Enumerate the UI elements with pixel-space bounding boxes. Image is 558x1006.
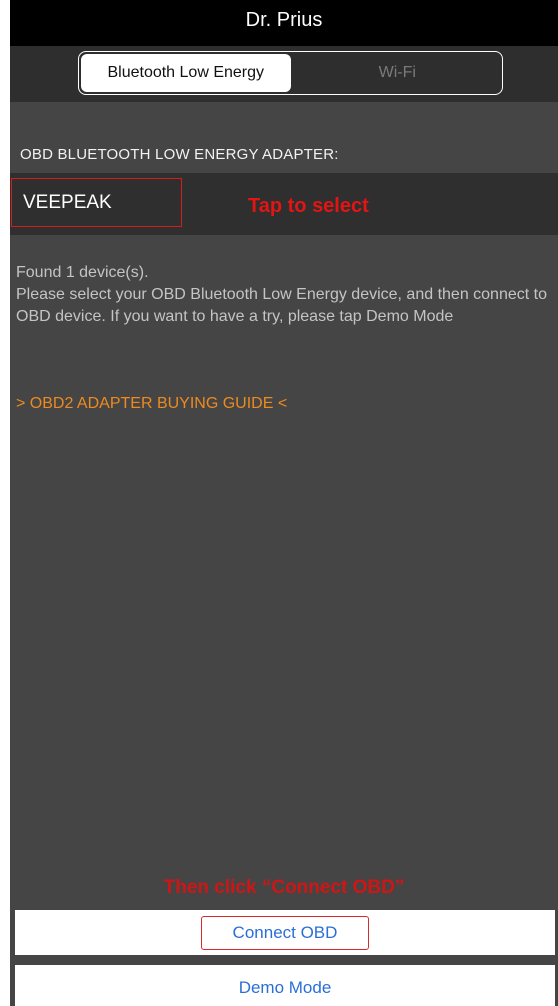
segment-bluetooth-low-energy[interactable]: Bluetooth Low Energy xyxy=(81,54,291,92)
found-devices-text: Found 1 device(s). xyxy=(16,264,149,281)
segment-wifi[interactable]: Wi-Fi xyxy=(293,52,503,94)
connect-obd-annotation: Then click “Connect OBD” xyxy=(163,877,405,898)
app-screen: Dr. Prius Bluetooth Low Energy Wi-Fi OBD… xyxy=(10,0,558,1006)
connect-obd-button[interactable]: Connect OBD xyxy=(201,915,369,950)
tap-to-select-annotation: Tap to select xyxy=(248,195,369,217)
buying-guide-link[interactable]: > OBD2 ADAPTER BUYING GUIDE < xyxy=(16,395,287,413)
device-info: Found 1 device(s). Please select your OB… xyxy=(16,262,558,328)
selected-device-name: VEEPEAK xyxy=(23,191,112,213)
demo-mode-row: Demo Mode xyxy=(15,965,555,1006)
adapter-device-select[interactable]: VEEPEAK xyxy=(11,178,182,227)
title-bar: Dr. Prius xyxy=(10,0,558,46)
adapter-row: VEEPEAK Tap to select xyxy=(10,173,558,235)
connect-obd-row: Connect OBD xyxy=(15,910,555,955)
app-title: Dr. Prius xyxy=(245,9,323,31)
connection-type-bar: Bluetooth Low Energy Wi-Fi xyxy=(10,46,558,102)
connection-type-segmented-control: Bluetooth Low Energy Wi-Fi xyxy=(78,51,503,95)
adapter-section-label: OBD BLUETOOTH LOW ENERGY ADAPTER: xyxy=(20,146,339,163)
demo-mode-button[interactable]: Demo Mode xyxy=(239,978,332,998)
instructions-text: Please select your OBD Bluetooth Low Ene… xyxy=(16,286,547,325)
